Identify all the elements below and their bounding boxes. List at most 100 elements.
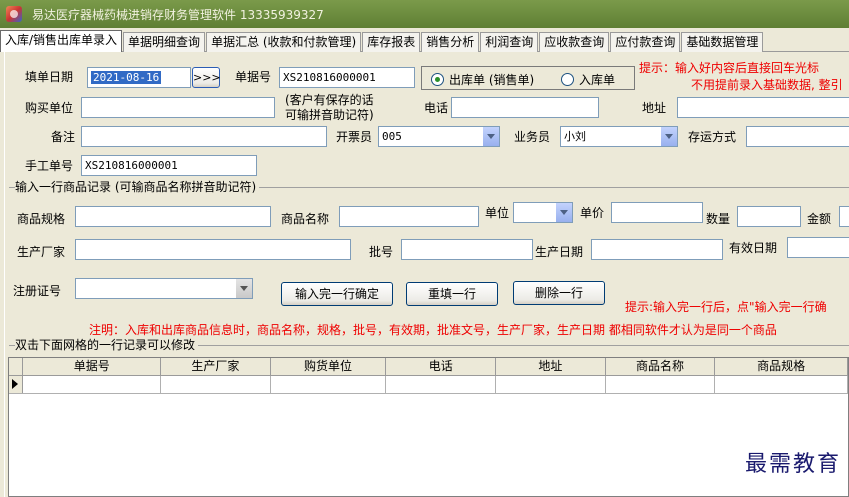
batch-field[interactable] [401, 239, 533, 260]
sales-combo[interactable]: 小刘 [560, 126, 678, 147]
col-buyer[interactable]: 购货单位 [270, 358, 387, 376]
app-icon [6, 6, 22, 22]
radio-out-label: 出库单 (销售单) [449, 73, 535, 87]
fill-date-label: 填单日期 [25, 70, 74, 84]
unit-combo[interactable] [513, 202, 573, 223]
issuer-combo[interactable]: 005 [378, 126, 500, 147]
radio-out[interactable]: 出库单 (销售单) [431, 71, 534, 88]
tab-base-data[interactable]: 基础数据管理 [681, 32, 764, 52]
hint-line2: 不用提前录入基础数据, 整引 [691, 78, 843, 92]
date-picker-button[interactable]: >>> [192, 67, 221, 88]
amount-label: 金额 [807, 212, 832, 226]
hint-line1: 提示：输入好内容后直接回车光标 [639, 61, 820, 75]
remark-label: 备注 [51, 130, 76, 144]
confirm-row-button[interactable]: 输入完一行确定 [281, 282, 393, 306]
entry-note: 注明：入库和出库商品信息时，商品名称，规格，批号，有效期，批准文号，生产厂家，生… [89, 323, 777, 337]
col-maker[interactable]: 生产厂家 [160, 358, 271, 376]
maker-field[interactable] [75, 239, 351, 260]
amount-field[interactable] [839, 206, 849, 227]
sales-value: 小刘 [564, 130, 586, 143]
spec-field[interactable] [75, 206, 271, 227]
buyer-field[interactable] [81, 97, 275, 118]
fill-date-field[interactable]: 2021-08-16 [87, 67, 191, 88]
radio-out-dot [431, 73, 444, 86]
buyer-note-2: 可输拼音助记符) [285, 108, 374, 122]
issuer-label: 开票员 [336, 130, 373, 144]
row-pointer-icon [12, 379, 18, 389]
doc-no-field[interactable]: XS210816000001 [279, 67, 415, 88]
watermark: 最需教育 [744, 452, 841, 477]
phone-field[interactable] [451, 97, 599, 118]
qty-label: 数量 [706, 212, 731, 226]
manual-no-field[interactable]: XS210816000001 [81, 155, 257, 176]
buyer-note-1: (客户有保存的话 [285, 93, 374, 107]
reg-no-combo[interactable] [75, 278, 253, 299]
entry-tip: 提示:输入完一行后，点"输入完一行确 [625, 300, 827, 314]
tab-payable-query[interactable]: 应付款查询 [610, 32, 681, 52]
chevron-down-icon[interactable] [482, 127, 499, 146]
tab-summary[interactable]: 单据汇总 (收款和付款管理) [206, 32, 362, 52]
tab-detail-query[interactable]: 单据明细查询 [123, 32, 206, 52]
doc-no-label: 单据号 [235, 70, 272, 84]
records-grid[interactable]: 单据号 生产厂家 购货单位 电话 地址 商品名称 商品规格 [8, 357, 849, 497]
col-doc-no[interactable]: 单据号 [22, 358, 162, 376]
col-address[interactable]: 地址 [495, 358, 606, 376]
radio-in-dot [561, 73, 574, 86]
tab-sales-analysis[interactable]: 销售分析 [421, 32, 480, 52]
reg-no-label: 注册证号 [13, 284, 62, 298]
price-field[interactable] [611, 202, 703, 223]
item-section-title: 输入一行商品记录 (可输商品名称拼音助记符) [15, 179, 260, 195]
tab-receivable-query[interactable]: 应收款查询 [539, 32, 610, 52]
col-phone[interactable]: 电话 [385, 358, 497, 376]
issuer-value: 005 [382, 130, 402, 143]
grid-section-title: 双击下面网格的一行记录可以修改 [15, 337, 199, 353]
unit-label: 单位 [485, 206, 510, 220]
qty-field[interactable] [737, 206, 801, 227]
chevron-down-icon[interactable] [235, 279, 252, 298]
sales-label: 业务员 [514, 130, 551, 144]
radio-in[interactable]: 入库单 [561, 71, 615, 88]
radio-in-label: 入库单 [579, 73, 616, 87]
address-field[interactable] [677, 97, 849, 118]
maker-label: 生产厂家 [17, 245, 66, 259]
prod-date-field[interactable] [591, 239, 723, 260]
tab-bar: 入库/销售出库单录入 单据明细查询 单据汇总 (收款和付款管理) 库存报表 销售… [0, 30, 849, 52]
grid-header-row: 单据号 生产厂家 购货单位 电话 地址 商品名称 商品规格 [9, 358, 848, 376]
table-row[interactable] [9, 375, 848, 394]
chevron-down-icon[interactable] [660, 127, 677, 146]
cell[interactable] [160, 375, 271, 394]
address-label: 地址 [642, 101, 667, 115]
cell[interactable] [495, 375, 606, 394]
cell[interactable] [385, 375, 497, 394]
name-field[interactable] [339, 206, 479, 227]
batch-label: 批号 [369, 245, 394, 259]
cell[interactable] [605, 375, 716, 394]
price-label: 单价 [580, 206, 605, 220]
col-product-name[interactable]: 商品名称 [605, 358, 716, 376]
buyer-label: 购买单位 [25, 101, 74, 115]
cell[interactable] [22, 375, 162, 394]
phone-label: 电话 [424, 101, 449, 115]
tab-entry[interactable]: 入库/销售出库单录入 [0, 30, 123, 52]
row-indicator [9, 375, 24, 394]
delete-row-button[interactable]: 删除一行 [513, 281, 605, 305]
tab-profit-query[interactable]: 利润查询 [480, 32, 539, 52]
window-title: 易达医疗器械药械进销存财务管理软件 13335939327 [32, 7, 324, 22]
cell[interactable] [270, 375, 387, 394]
transport-label: 存运方式 [688, 130, 737, 144]
refill-row-button[interactable]: 重填一行 [406, 282, 498, 306]
name-label: 商品名称 [281, 212, 330, 226]
remark-field[interactable] [81, 126, 327, 147]
tab-stock-report[interactable]: 库存报表 [362, 32, 421, 52]
col-product-spec[interactable]: 商品规格 [714, 358, 848, 376]
cell[interactable] [714, 375, 848, 394]
spec-label: 商品规格 [17, 212, 66, 226]
grid-corner [9, 358, 24, 376]
prod-date-label: 生产日期 [535, 245, 584, 259]
expiry-label: 有效日期 [729, 241, 778, 255]
transport-field[interactable] [746, 126, 849, 147]
title-bar: 易达医疗器械药械进销存财务管理软件 13335939327 [0, 0, 849, 28]
chevron-down-icon[interactable] [555, 203, 572, 222]
manual-no-label: 手工单号 [25, 159, 74, 173]
expiry-field[interactable] [787, 237, 849, 258]
